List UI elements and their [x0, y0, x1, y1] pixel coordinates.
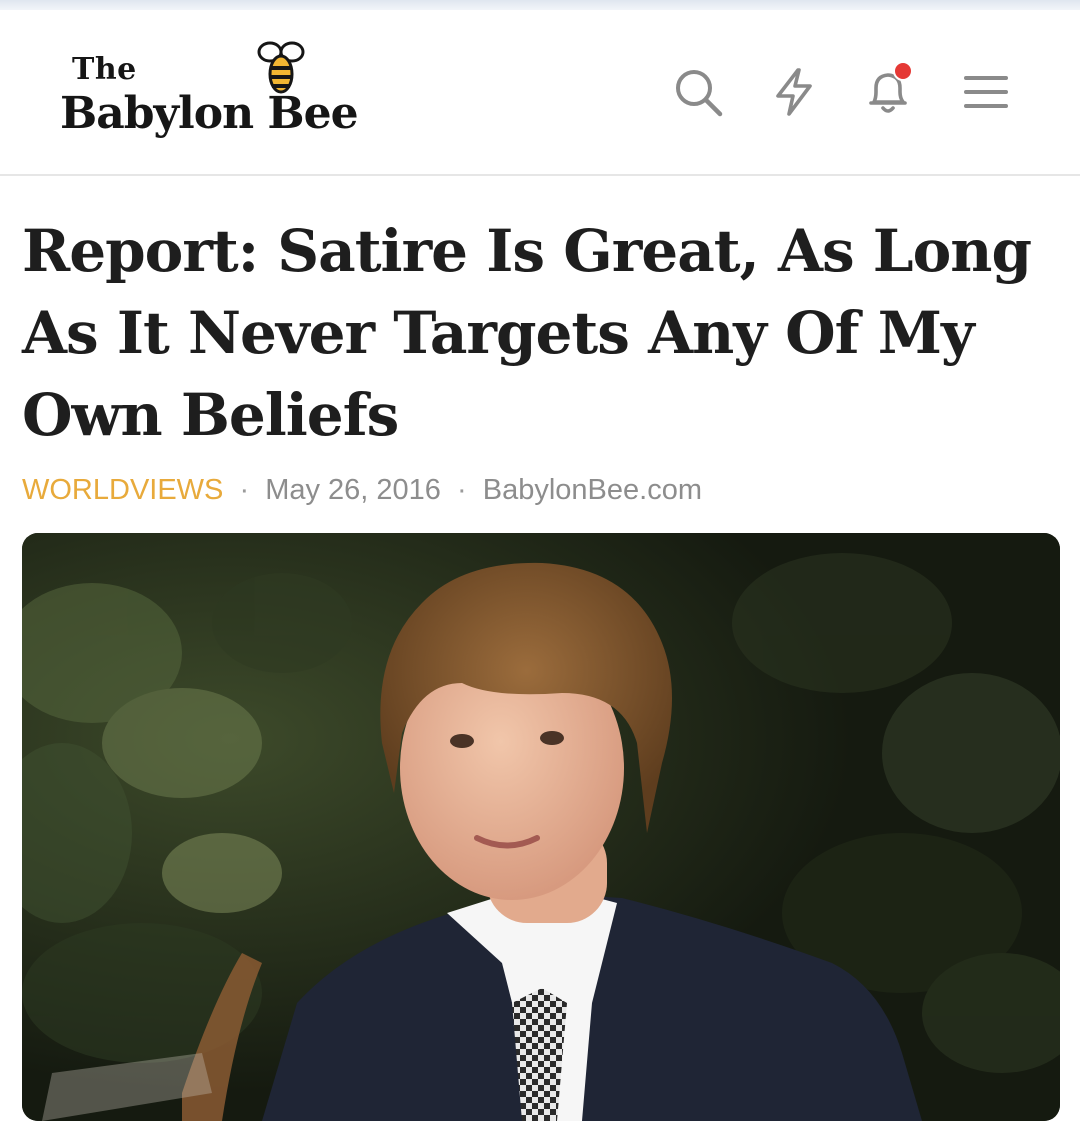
notification-badge	[893, 62, 913, 81]
meta-separator: ·	[457, 474, 467, 506]
article-source: BabylonBee.com	[482, 474, 702, 506]
logo-text-babylon-bee: Babylon Bee	[60, 88, 359, 139]
publish-date: May 26, 2016	[265, 474, 441, 506]
article-hero-image	[22, 533, 1060, 1121]
meta-separator: ·	[239, 474, 250, 506]
article-meta: WORLDVIEWS · May 26, 2016 · BabylonBee.c…	[22, 470, 702, 510]
category-link[interactable]: WORLDVIEWS	[22, 474, 223, 506]
bee-logo-icon	[257, 41, 305, 94]
article-title: Report: Satire Is Great, As Long As It N…	[22, 217, 1032, 449]
hamburger-menu-icon	[964, 76, 1008, 108]
site-logo[interactable]: The Babylon Bee	[60, 38, 420, 148]
hero-photo-illustration	[22, 533, 1060, 1121]
search-icon	[676, 70, 723, 117]
search-button[interactable]	[668, 62, 728, 122]
lightning-icon	[776, 68, 812, 116]
bell-icon	[869, 62, 913, 113]
browser-top-strip	[0, 0, 1080, 10]
site-header: The Babylon Bee	[0, 10, 1080, 176]
trending-button[interactable]	[764, 62, 824, 122]
menu-button[interactable]	[956, 62, 1016, 122]
notifications-button[interactable]	[858, 62, 918, 122]
logo-text-the: The	[72, 52, 137, 87]
